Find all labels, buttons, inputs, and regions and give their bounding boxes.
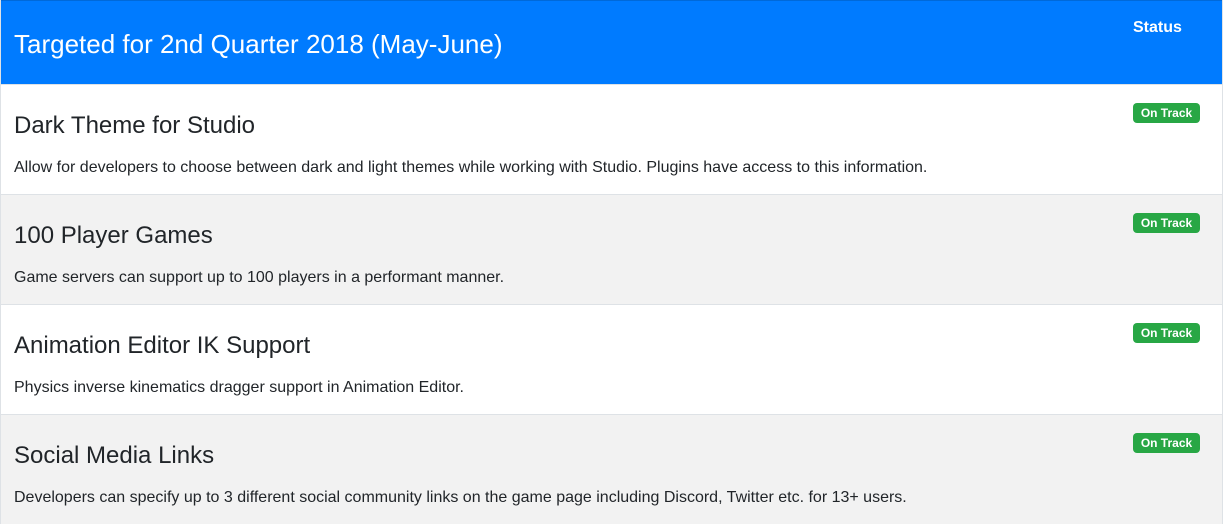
item-description: Physics inverse kinematics dragger suppo…	[14, 379, 464, 396]
item-title: 100 Player Games	[14, 222, 213, 249]
status-column-header: Status	[1133, 19, 1182, 36]
roadmap-item: 100 Player Games Game servers can suppor…	[1, 194, 1222, 304]
status-badge: On Track	[1133, 323, 1200, 343]
item-title: Dark Theme for Studio	[14, 112, 255, 139]
item-description: Allow for developers to choose between d…	[14, 159, 928, 176]
status-badge: On Track	[1133, 433, 1200, 453]
roadmap-table: Targeted for 2nd Quarter 2018 (May-June)…	[0, 0, 1223, 524]
roadmap-item: Animation Editor IK Support Physics inve…	[1, 304, 1222, 414]
item-title: Social Media Links	[14, 442, 215, 469]
roadmap-item: Dark Theme for Studio Allow for develope…	[1, 84, 1222, 194]
roadmap-item: Social Media Links Developers can specif…	[1, 414, 1222, 524]
item-description: Game servers can support up to 100 playe…	[14, 269, 505, 286]
status-badge: On Track	[1133, 213, 1200, 233]
quarter-header: Targeted for 2nd Quarter 2018 (May-June)…	[1, 0, 1222, 84]
item-title: Animation Editor IK Support	[14, 332, 311, 359]
item-description: Developers can specify up to 3 different…	[14, 489, 907, 506]
quarter-title: Targeted for 2nd Quarter 2018 (May-June)	[14, 29, 503, 59]
status-badge: On Track	[1133, 103, 1200, 123]
